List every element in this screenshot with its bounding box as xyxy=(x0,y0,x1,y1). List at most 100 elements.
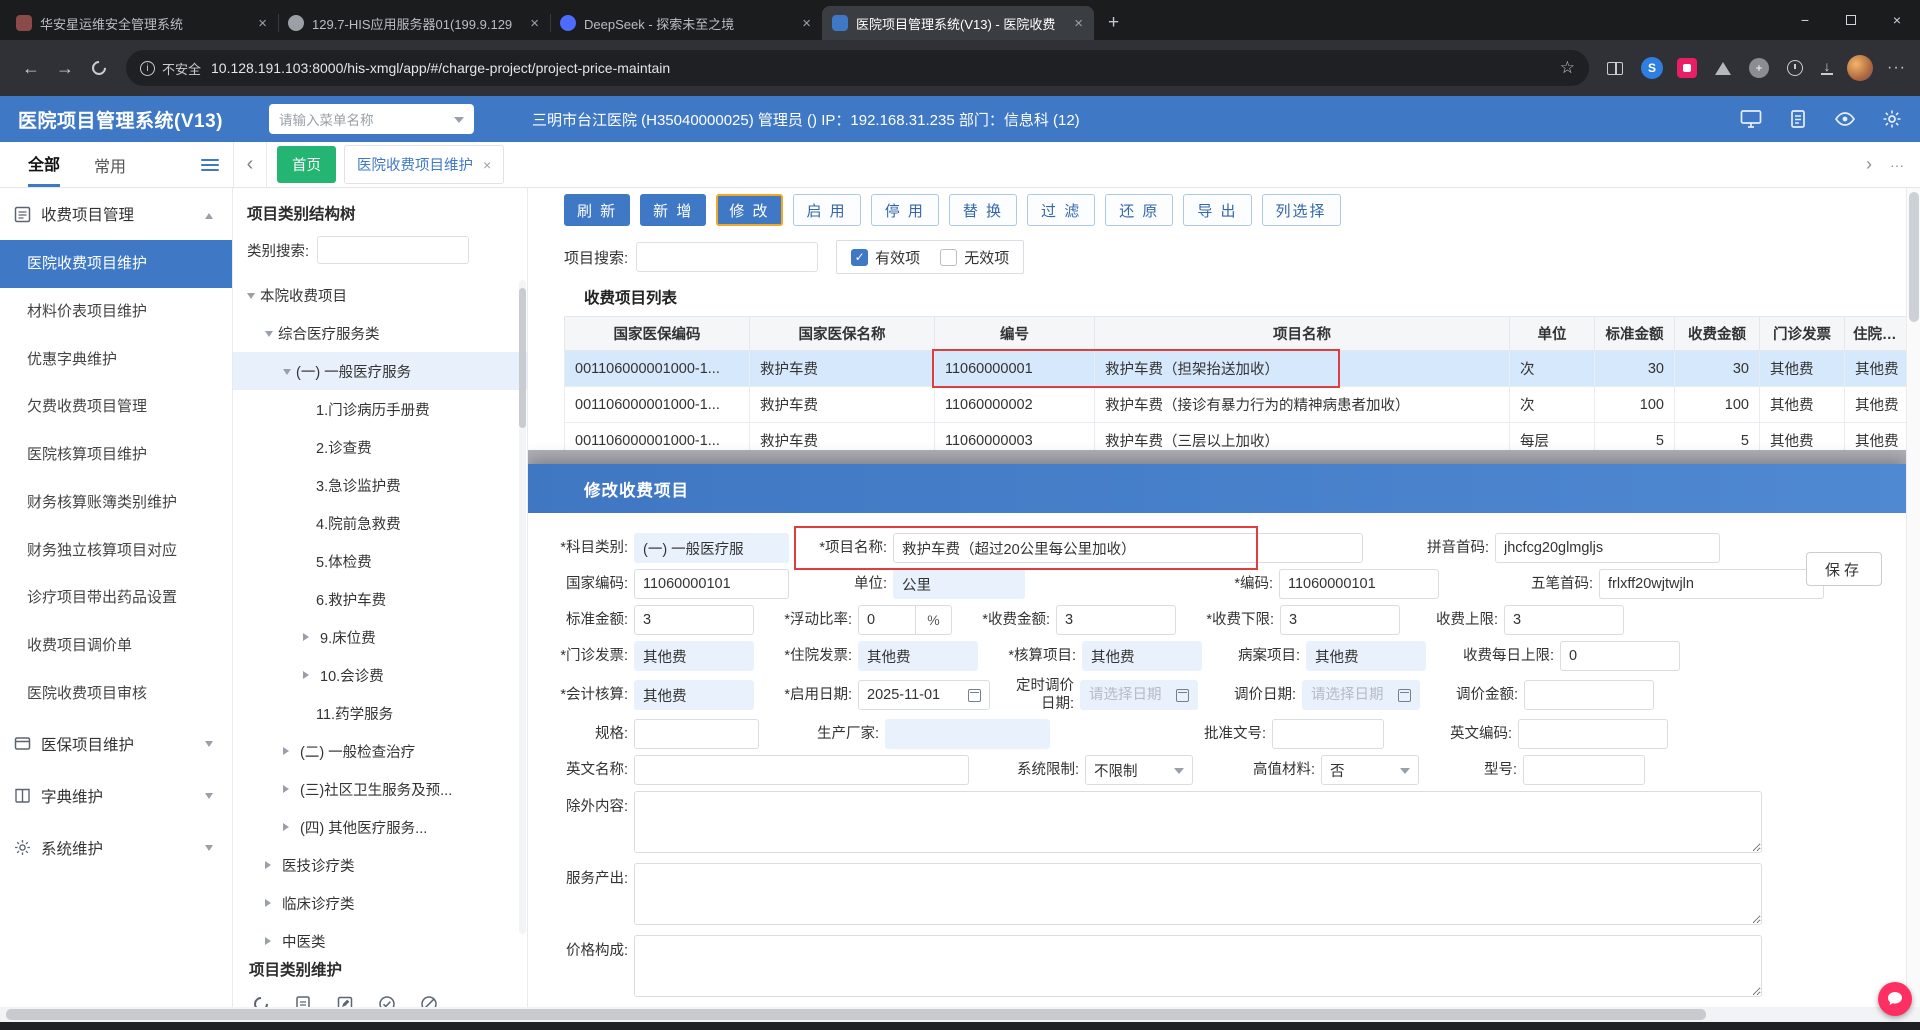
visibility-eye-icon[interactable] xyxy=(1834,109,1856,129)
minimize-button[interactable]: − xyxy=(1782,0,1828,40)
enable-date-picker[interactable] xyxy=(858,680,990,711)
forward-button[interactable]: → xyxy=(48,51,82,85)
col-header[interactable]: 项目名称 xyxy=(1094,316,1510,351)
scheduled-price-date-picker[interactable] xyxy=(1080,680,1198,711)
sidebar-item-material-price[interactable]: 材料价表项目维护 xyxy=(0,288,232,336)
sidebar-item-arrears-charge[interactable]: 欠费收费项目管理 xyxy=(0,383,232,431)
browser-menu-icon[interactable]: ··· xyxy=(1887,59,1906,77)
reload-button[interactable] xyxy=(82,51,116,85)
chevron-down-icon[interactable] xyxy=(247,292,255,303)
chevron-right-icon[interactable] xyxy=(265,937,275,945)
column-select-button[interactable]: 列选择 xyxy=(1261,194,1341,226)
tab-close-icon[interactable]: × xyxy=(1071,15,1086,32)
inpatient-invoice-select[interactable]: 其他费 xyxy=(858,641,978,671)
chevron-down-icon[interactable] xyxy=(283,368,291,379)
col-header[interactable]: 门诊发票 xyxy=(1759,316,1845,351)
replace-button[interactable]: 替 换 xyxy=(948,194,1018,226)
sidebar-item-hospital-charge-maintain[interactable]: 医院收费项目维护 xyxy=(0,240,232,288)
maximize-button[interactable] xyxy=(1828,0,1874,40)
float-ratio-input[interactable] xyxy=(859,612,915,628)
tree-node[interactable]: 5.体检费 xyxy=(233,542,527,580)
tab-close-icon[interactable]: × xyxy=(527,15,542,32)
tab-close-icon[interactable]: × xyxy=(799,15,814,32)
disable-button[interactable]: 停 用 xyxy=(870,194,939,226)
browser-extension-icon-blue[interactable]: S xyxy=(1641,57,1664,79)
tree-node[interactable]: 2.诊查费 xyxy=(233,428,527,466)
filter-tab-all[interactable]: 全部 xyxy=(28,142,61,187)
tree-node[interactable]: 3.急诊监护费 xyxy=(233,466,527,504)
add-button[interactable]: 新 增 xyxy=(640,194,707,226)
filter-tab-common[interactable]: 常用 xyxy=(94,142,126,187)
back-button[interactable]: ← xyxy=(14,51,48,85)
system-limit-select[interactable]: 不限制 xyxy=(1085,755,1193,786)
subject-category-select[interactable]: (一) 一般医疗服 xyxy=(634,533,789,563)
horizontal-scrollbar[interactable] xyxy=(0,1007,1920,1022)
chevron-down-icon[interactable] xyxy=(265,330,273,341)
service-output-textarea[interactable] xyxy=(634,863,1762,926)
tree-node[interactable]: 医技诊疗类 xyxy=(233,846,527,884)
close-window-button[interactable]: × xyxy=(1874,0,1920,40)
tree-node[interactable]: 临床诊疗类 xyxy=(233,884,527,922)
chevron-right-icon[interactable] xyxy=(303,633,313,641)
tree-node[interactable]: 10.会诊费 xyxy=(233,656,527,694)
spec-input[interactable] xyxy=(634,719,759,750)
chevron-right-icon[interactable] xyxy=(283,823,293,831)
tree-node[interactable]: (四) 其他医疗服务... xyxy=(233,808,527,846)
url-text[interactable]: 10.128.191.103:8000/his-xmgl/app/#/charg… xyxy=(211,60,1550,76)
browser-tab-3[interactable]: DeepSeek - 探索未至之境 × xyxy=(550,6,822,40)
settings-gear-icon[interactable] xyxy=(1882,109,1902,129)
new-tab-button[interactable]: + xyxy=(1094,6,1133,40)
export-button[interactable]: 导 出 xyxy=(1183,194,1252,226)
code-input[interactable] xyxy=(1279,569,1439,599)
invalid-checkbox[interactable] xyxy=(940,248,958,266)
tab-hospital-charge-maintain[interactable]: 医院收费项目维护 × xyxy=(344,145,505,184)
english-name-input[interactable] xyxy=(634,755,969,786)
tab-scroll-left-icon[interactable]: ‹ xyxy=(233,142,267,187)
tree-node[interactable]: (三)社区卫生服务及预... xyxy=(233,770,527,808)
col-header[interactable]: 单位 xyxy=(1509,316,1595,351)
chevron-right-icon[interactable] xyxy=(303,671,313,679)
filter-button[interactable]: 过 滤 xyxy=(1027,194,1096,226)
daily-limit-input[interactable] xyxy=(1560,641,1680,671)
tree-node[interactable]: (二) 一般检查治疗 xyxy=(233,732,527,770)
sidebar-section-dictionary[interactable]: 字典维护 xyxy=(0,770,232,822)
tree-search-input[interactable] xyxy=(317,236,470,264)
charge-amount-input[interactable] xyxy=(1056,605,1176,635)
tree-node[interactable]: 9.床位费 xyxy=(233,618,527,656)
outpatient-invoice-select[interactable]: 其他费 xyxy=(634,641,754,671)
table-row[interactable]: 001106000001000-1... 救护车费 11060000002 救护… xyxy=(564,386,1915,423)
download-icon[interactable]: ↓ xyxy=(1821,59,1834,75)
unit-select[interactable]: 公里 xyxy=(893,569,1025,599)
tree-node[interactable]: 综合医疗服务类 xyxy=(233,314,527,352)
tree-scrollbar[interactable] xyxy=(519,280,526,934)
address-bar[interactable]: i 不安全 10.128.191.103:8000/his-xmgl/app/#… xyxy=(126,50,1590,86)
collapse-menu-icon[interactable] xyxy=(201,158,219,171)
col-header[interactable]: 国家医保编码 xyxy=(564,316,750,351)
browser-tab-1[interactable]: 华安星运维安全管理系统 × xyxy=(6,6,278,40)
chevron-right-icon[interactable] xyxy=(265,861,275,869)
tree-node[interactable]: 11.药学服务 xyxy=(233,694,527,732)
pinyin-code-input[interactable] xyxy=(1495,533,1720,563)
adjust-date-input[interactable] xyxy=(1311,687,1392,704)
profile-avatar[interactable] xyxy=(1847,55,1874,81)
browser-extension-icon-triangle[interactable] xyxy=(1711,56,1735,80)
chevron-right-icon[interactable] xyxy=(283,747,293,755)
sidebar-section-insurance[interactable]: 医保项目维护 xyxy=(0,718,232,770)
adjust-amount-input[interactable] xyxy=(1524,680,1654,711)
sidebar-item-charge-audit[interactable]: 医院收费项目审核 xyxy=(0,670,232,718)
tree-node[interactable]: 6.救护车费 xyxy=(233,580,527,618)
project-name-input[interactable] xyxy=(893,533,1363,563)
enable-button[interactable]: 启 用 xyxy=(792,194,861,226)
tree-node-selected[interactable]: (一) 一般医疗服务 xyxy=(233,352,527,390)
tab-close-icon[interactable]: × xyxy=(483,157,491,173)
tree-node[interactable]: 4.院前急救费 xyxy=(233,504,527,542)
valid-checkbox-item[interactable]: ✓ 有效项 xyxy=(851,247,920,268)
charge-upper-input[interactable] xyxy=(1504,605,1624,635)
adjust-date-picker[interactable] xyxy=(1302,680,1420,711)
browser-tab-2[interactable]: 129.7-HIS应用服务器01(199.9.129 × xyxy=(278,6,550,40)
horizontal-scrollbar-thumb[interactable] xyxy=(6,1009,1706,1020)
security-indicator[interactable]: i 不安全 xyxy=(140,59,201,78)
browser-tab-4-active[interactable]: 医院项目管理系统(V13) - 医院收费 × xyxy=(822,6,1094,40)
sidebar-item-independent-accounting[interactable]: 财务独立核算项目对应 xyxy=(0,527,232,575)
chat-bubble-button[interactable] xyxy=(1878,982,1912,1016)
